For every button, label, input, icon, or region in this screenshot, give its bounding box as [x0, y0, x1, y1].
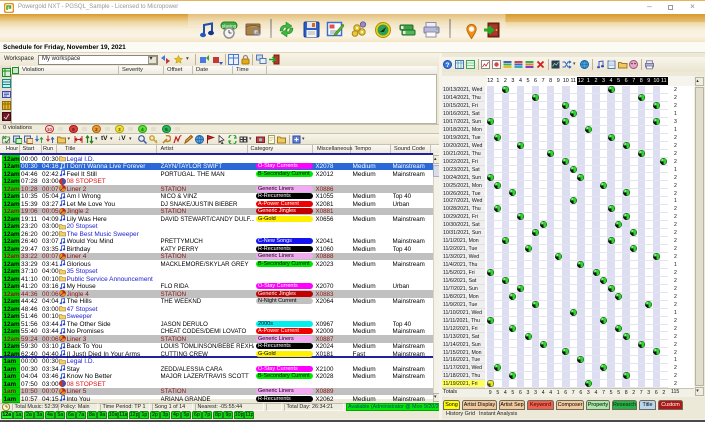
svg-text:?: ?: [446, 61, 450, 68]
